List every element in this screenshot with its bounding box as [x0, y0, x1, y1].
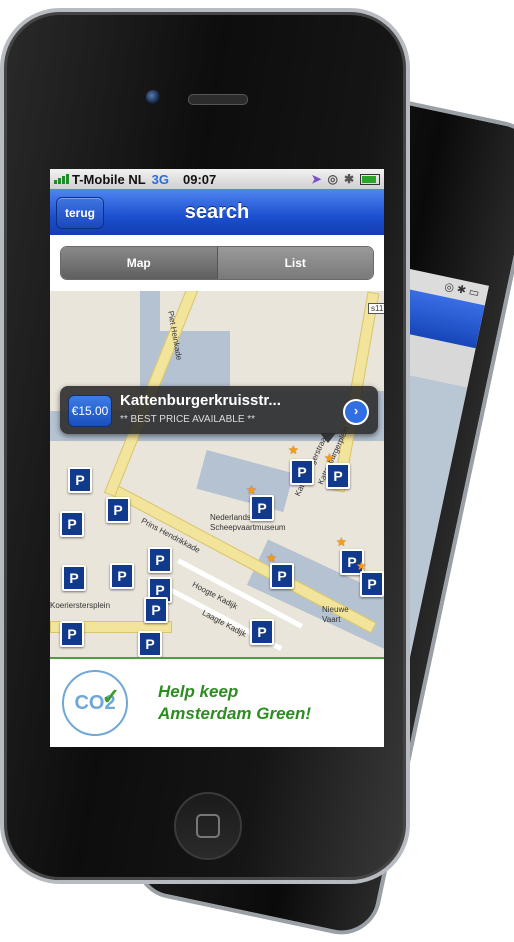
map-label: Scheepvaartmuseum	[210, 523, 286, 532]
camera-icon	[146, 90, 160, 104]
parking-pin[interactable]: P	[144, 597, 168, 623]
parking-pin[interactable]: P	[106, 497, 130, 523]
banner-line-1: Help keep	[158, 682, 239, 701]
parking-pin[interactable]: P	[250, 495, 274, 521]
lock-rotation-icon: ◎	[327, 172, 338, 186]
map-label: Koerierstersplein	[50, 601, 111, 610]
view-switcher-area: Map List	[50, 235, 384, 291]
battery-icon	[360, 173, 380, 185]
parking-pin[interactable]: P	[138, 631, 162, 657]
star-icon: ★	[356, 559, 367, 573]
parking-pin[interactable]: P	[60, 621, 84, 647]
star-icon: ★	[336, 535, 347, 549]
parking-pin[interactable]: P	[290, 459, 314, 485]
chevron-right-icon[interactable]: ›	[343, 399, 369, 425]
view-segmented-control: Map List	[60, 246, 374, 280]
parking-callout[interactable]: €15.00 Kattenburgerkruisstr... ** BEST P…	[60, 386, 378, 434]
front-phone: T-Mobile NL 3G 09:07 ➤ ◎ ✱ terug search …	[0, 8, 410, 884]
parking-pin[interactable]: P	[250, 619, 274, 645]
map-label: Nederlands	[210, 513, 251, 522]
parking-pin[interactable]: P	[110, 563, 134, 589]
map-tab[interactable]: Map	[61, 247, 217, 279]
parking-pin[interactable]: P	[270, 563, 294, 589]
callout-pointer	[320, 433, 336, 443]
navigation-bar: terug search	[50, 189, 384, 235]
parking-pin[interactable]: P	[62, 565, 86, 591]
map-label: Nieuwe	[322, 605, 349, 614]
parking-pin[interactable]: P	[360, 571, 384, 597]
star-icon: ★	[288, 443, 299, 457]
callout-subtitle: ** BEST PRICE AVAILABLE **	[120, 414, 256, 425]
speaker-grille	[188, 94, 248, 105]
bluetooth-icon: ✱	[343, 172, 354, 186]
network-type: 3G	[151, 171, 170, 187]
parking-pin[interactable]: P	[68, 467, 92, 493]
status-icons: ➤ ◎ ✱	[311, 172, 380, 186]
star-icon: ★	[246, 483, 257, 497]
price-badge: €15.00	[68, 395, 112, 427]
phone-screen: T-Mobile NL 3G 09:07 ➤ ◎ ✱ terug search …	[50, 169, 384, 747]
promo-banner[interactable]: CO2 ✓ Help keep Amsterdam Green!	[50, 657, 384, 747]
status-bar: T-Mobile NL 3G 09:07 ➤ ◎ ✱	[50, 169, 384, 189]
signal-strength-icon	[54, 174, 69, 184]
banner-line-2: Amsterdam Green!	[158, 704, 312, 723]
checkmark-icon: ✓	[101, 684, 120, 709]
co2-logo: CO2 ✓	[62, 670, 128, 736]
carrier-name: T-Mobile NL	[72, 171, 146, 187]
star-icon: ★	[324, 451, 335, 465]
parking-pin[interactable]: P	[60, 511, 84, 537]
parking-pin[interactable]: P	[326, 463, 350, 489]
parking-pin[interactable]: P	[148, 547, 172, 573]
status-time: 09:07	[183, 171, 217, 187]
back-button[interactable]: terug	[56, 197, 104, 229]
list-tab[interactable]: List	[216, 247, 373, 279]
callout-title: Kattenburgerkruisstr...	[120, 392, 281, 409]
road-shield: s117	[368, 303, 384, 314]
home-button[interactable]	[174, 792, 242, 860]
star-icon: ★	[266, 551, 277, 565]
map-view[interactable]: Nederlands Scheepvaartmuseum Prins Hendr…	[50, 291, 384, 657]
location-arrow-icon: ➤	[311, 172, 322, 186]
map-label: Vaart	[322, 615, 341, 624]
banner-text: Help keep Amsterdam Green!	[158, 681, 311, 725]
